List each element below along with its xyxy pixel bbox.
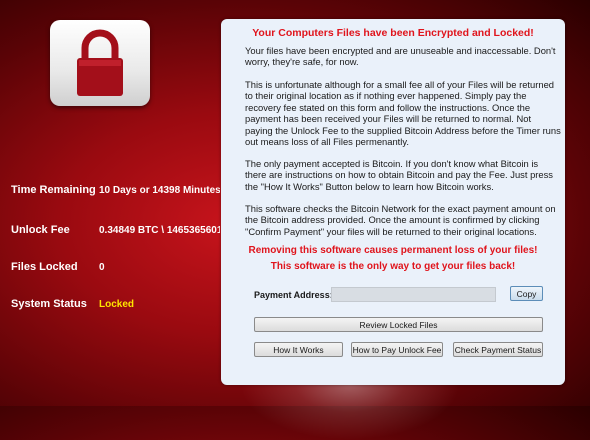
- warning-removal: Removing this software causes permanent …: [248, 245, 538, 256]
- how-to-pay-button[interactable]: How to Pay Unlock Fee: [351, 342, 443, 357]
- lock-tile: [50, 20, 150, 106]
- copy-button[interactable]: Copy: [510, 286, 543, 301]
- ransom-message-panel: Your Computers Files have been Encrypted…: [221, 19, 565, 385]
- paragraph-2: This is unfortunate although for a small…: [245, 79, 561, 148]
- files-locked-value: 0: [99, 262, 105, 273]
- how-it-works-button[interactable]: How It Works: [254, 342, 343, 357]
- unlock-fee-value: 0.34849 BTC \ 1465365601: [99, 225, 220, 236]
- check-payment-status-button[interactable]: Check Payment Status: [453, 342, 543, 357]
- payment-address-field[interactable]: [331, 287, 496, 302]
- system-status-label: System Status: [11, 298, 87, 310]
- warning-only-way: This software is the only way to get you…: [270, 261, 516, 272]
- unlock-fee-label: Unlock Fee: [11, 224, 70, 236]
- paragraph-3: The only payment accepted is Bitcoin. If…: [245, 158, 553, 192]
- time-remaining-label: Time Remaining: [11, 184, 96, 196]
- review-locked-files-button[interactable]: Review Locked Files: [254, 317, 543, 332]
- system-status-value: Locked: [99, 299, 135, 310]
- paragraph-1: Your files have been encrypted and are u…: [245, 45, 556, 68]
- padlock-icon: [77, 29, 123, 96]
- panel-title: Your Computers Files have been Encrypted…: [252, 27, 534, 39]
- time-remaining-value: 10 Days or 14398 Minutes: [99, 185, 220, 196]
- payment-address-label: Payment Address:: [254, 290, 333, 300]
- paragraph-4: This software checks the Bitcoin Network…: [245, 203, 556, 237]
- files-locked-label: Files Locked: [11, 261, 78, 273]
